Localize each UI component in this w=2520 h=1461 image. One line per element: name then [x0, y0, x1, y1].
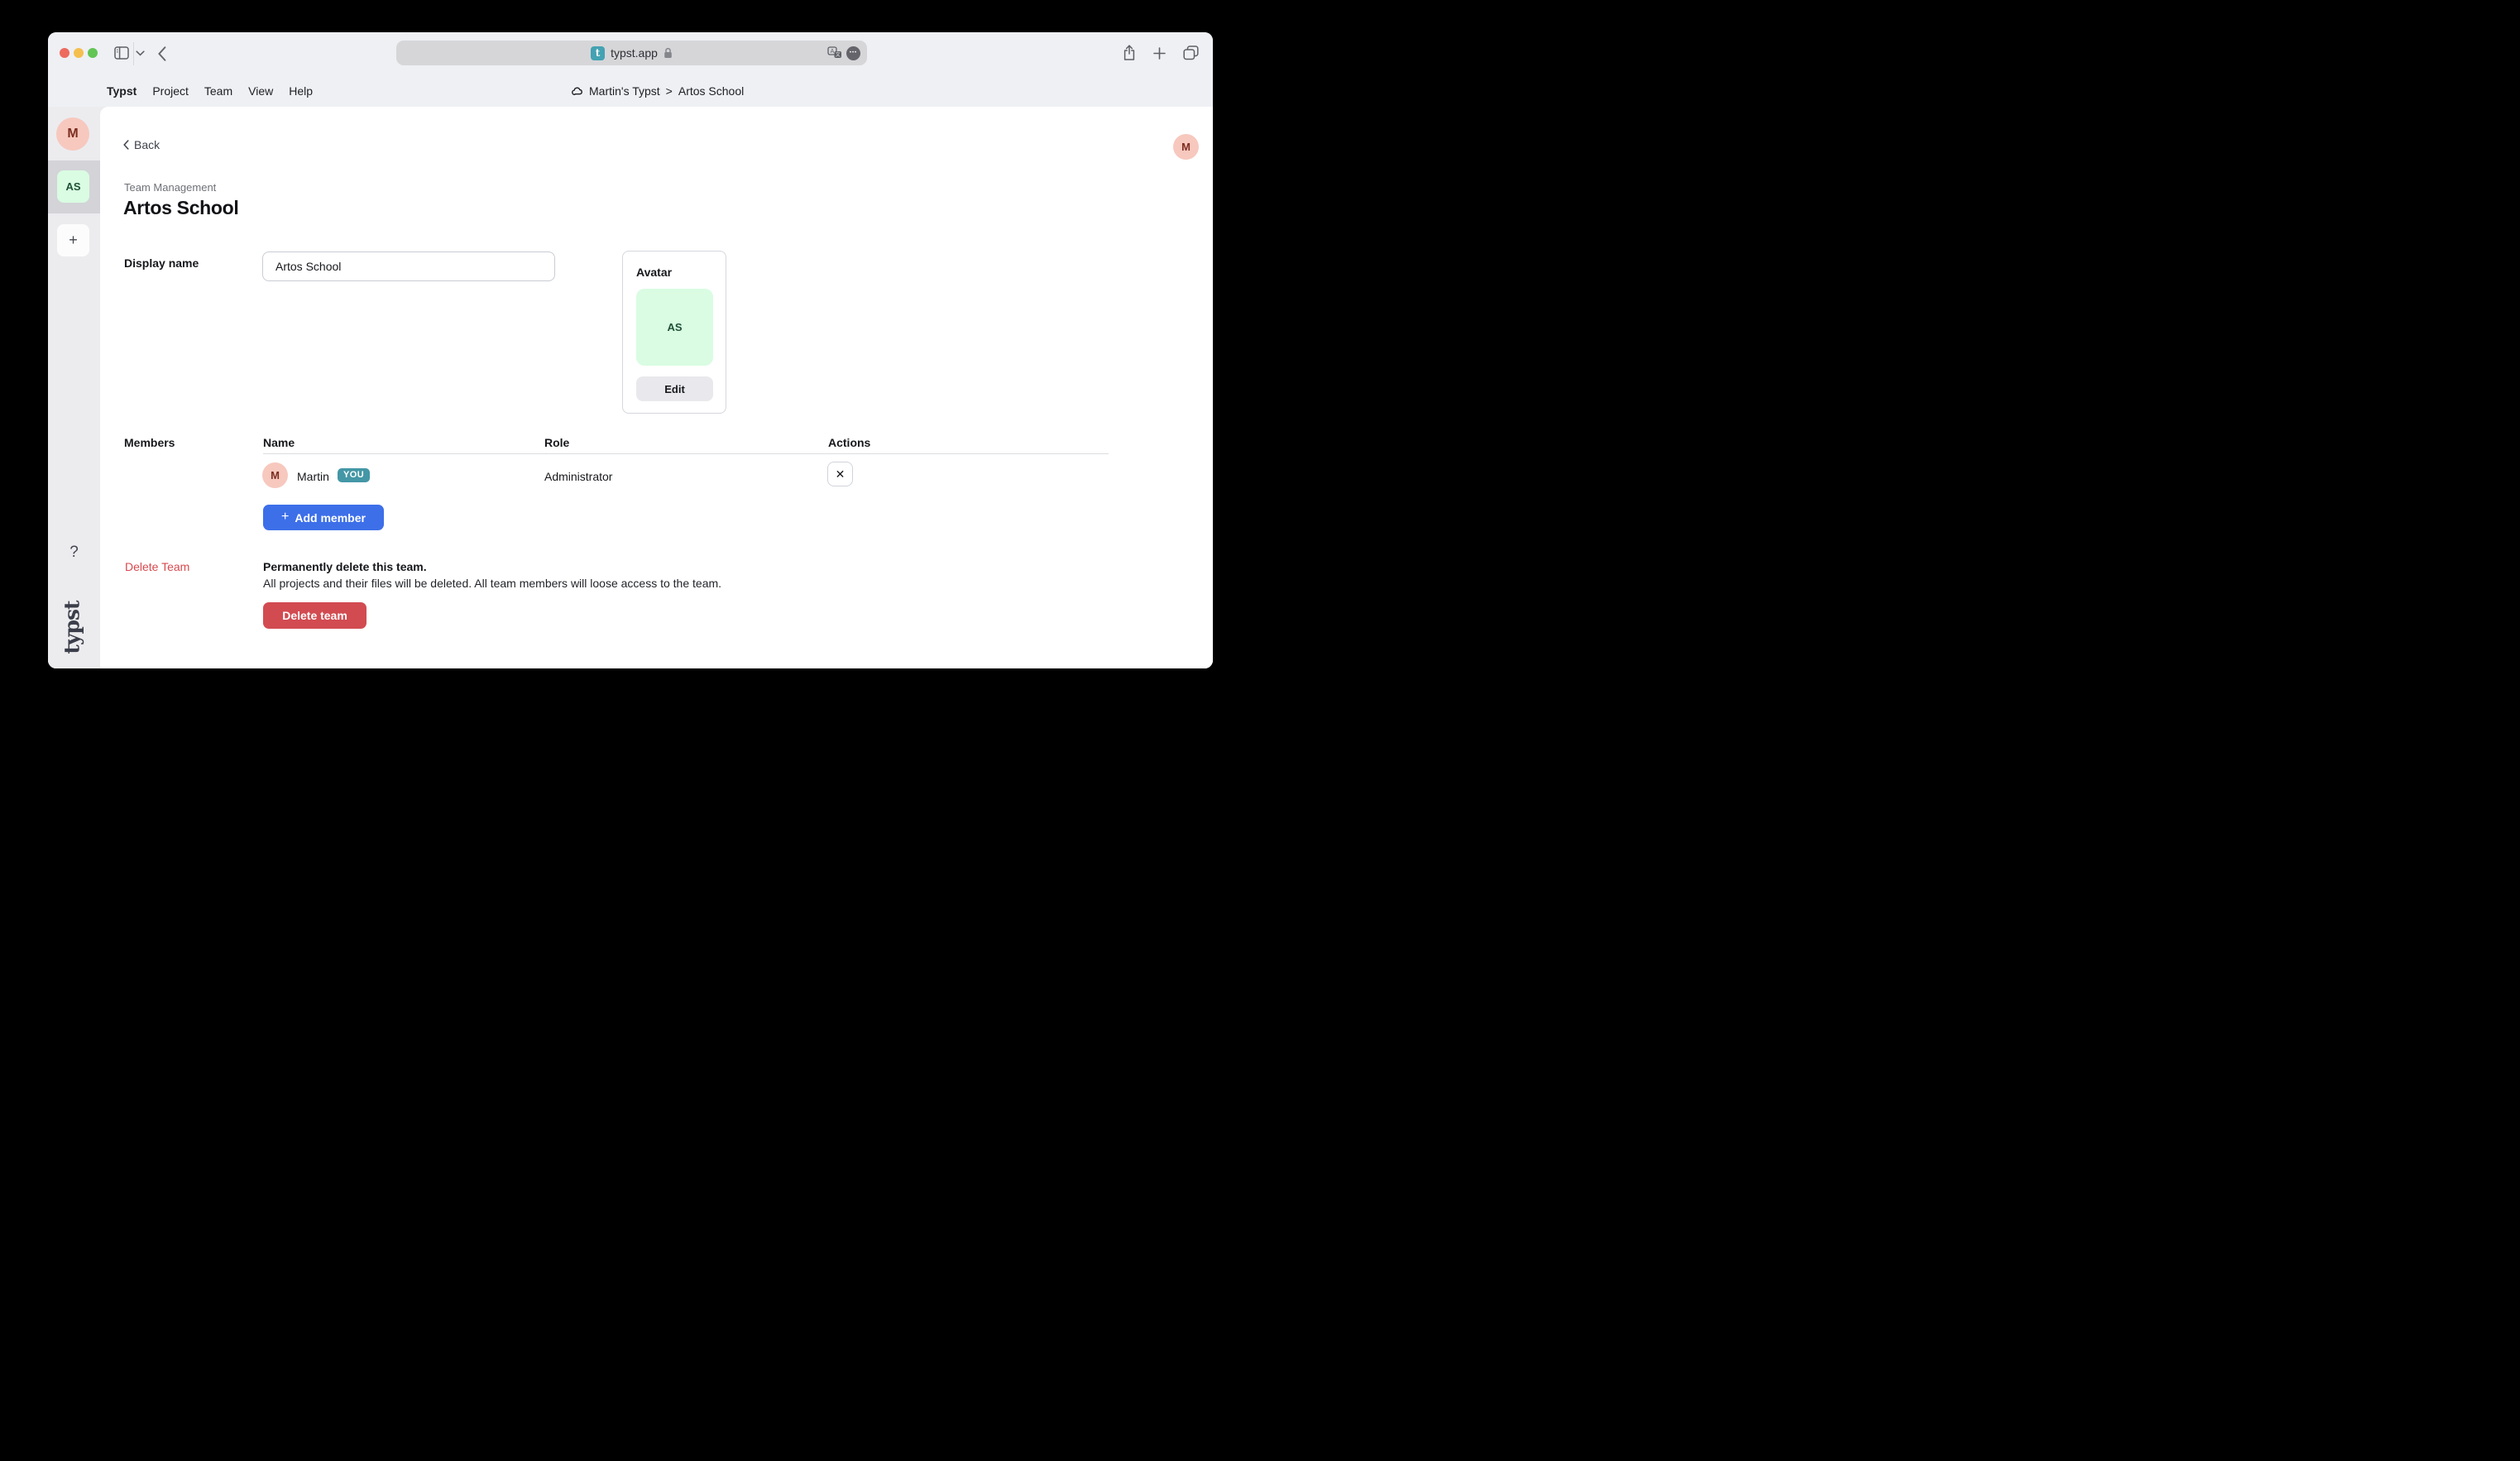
avatar-card: Avatar AS Edit [622, 251, 726, 414]
cloud-icon [572, 87, 583, 96]
you-badge: YOU [338, 468, 370, 482]
column-header-name: Name [263, 436, 295, 449]
browser-toolbar: t typst.app A 文 ••• [48, 32, 1213, 75]
delete-team-label: Delete Team [125, 560, 189, 573]
breadcrumb: Martin's Typst > Artos School [572, 75, 744, 107]
svg-text:A: A [831, 49, 835, 55]
menu-project[interactable]: Project [152, 84, 189, 98]
toolbar-divider [133, 42, 134, 65]
avatar-card-title: Avatar [636, 266, 672, 279]
sidebar-toggle-icon[interactable] [114, 46, 129, 60]
plus-icon: + [281, 510, 289, 525]
menu-typst[interactable]: Typst [107, 84, 137, 98]
url-text: typst.app [611, 46, 658, 60]
site-favicon: t [591, 46, 605, 60]
chevron-down-icon[interactable] [136, 50, 145, 56]
tab-overview-icon[interactable] [1183, 46, 1199, 60]
back-label: Back [134, 138, 160, 151]
address-bar[interactable]: t typst.app A 文 ••• [396, 41, 867, 65]
delete-warning-body: All projects and their files will be del… [263, 577, 721, 590]
remove-member-button[interactable]: ✕ [827, 462, 853, 486]
sidebar-user-avatar[interactable]: M [56, 117, 89, 151]
sidebar-team-avatar[interactable]: AS [57, 170, 89, 203]
members-label: Members [124, 436, 175, 449]
close-window-button[interactable] [60, 48, 69, 58]
member-avatar: M [262, 462, 288, 488]
team-avatar-preview: AS [636, 289, 713, 366]
add-member-button[interactable]: + Add member [263, 505, 384, 530]
translate-icon[interactable]: A 文 [827, 46, 842, 60]
member-name: Martin [297, 470, 329, 483]
svg-text:文: 文 [836, 51, 841, 58]
browser-window: t typst.app A 文 ••• [48, 32, 1213, 668]
typst-logo: typst [53, 594, 91, 660]
delete-warning-title: Permanently delete this team. [263, 560, 427, 573]
breadcrumb-separator-icon: > [666, 84, 673, 98]
menu-help[interactable]: Help [289, 84, 313, 98]
new-tab-icon[interactable] [1153, 47, 1166, 60]
account-avatar[interactable]: M [1173, 134, 1199, 160]
share-icon[interactable] [1123, 45, 1136, 61]
app-menubar: Typst Project Team View Help Martin's Ty… [48, 75, 1213, 107]
team-management-panel: Back M Team Management Artos School Disp… [100, 107, 1213, 668]
display-name-input[interactable] [262, 251, 555, 281]
add-member-label: Add member [295, 511, 366, 525]
menu-view[interactable]: View [248, 84, 273, 98]
column-header-actions: Actions [828, 436, 870, 449]
display-name-label: Display name [124, 256, 199, 270]
menu-team[interactable]: Team [204, 84, 232, 98]
back-button[interactable]: Back [123, 138, 160, 151]
back-chevron-icon [123, 140, 129, 150]
breadcrumb-current: Artos School [678, 84, 744, 98]
help-icon[interactable]: ? [48, 544, 100, 562]
workspace-sidebar: M AS + ? typst [48, 107, 100, 668]
back-navigation-icon[interactable] [158, 46, 166, 61]
minimize-window-button[interactable] [74, 48, 84, 58]
column-header-role: Role [544, 436, 569, 449]
breadcrumb-parent[interactable]: Martin's Typst [589, 84, 660, 98]
screenshot-page: t typst.app A 文 ••• [0, 0, 1260, 730]
table-header-divider [263, 453, 1109, 454]
edit-avatar-button[interactable]: Edit [636, 376, 713, 401]
delete-team-button[interactable]: Delete team [263, 602, 367, 629]
zoom-window-button[interactable] [88, 48, 98, 58]
section-label: Team Management [124, 181, 216, 194]
sidebar-add-team-button[interactable]: + [57, 224, 89, 256]
member-role: Administrator [544, 470, 612, 483]
lock-icon [664, 47, 673, 59]
page-title: Artos School [123, 197, 239, 219]
page-settings-icon[interactable]: ••• [846, 46, 860, 60]
